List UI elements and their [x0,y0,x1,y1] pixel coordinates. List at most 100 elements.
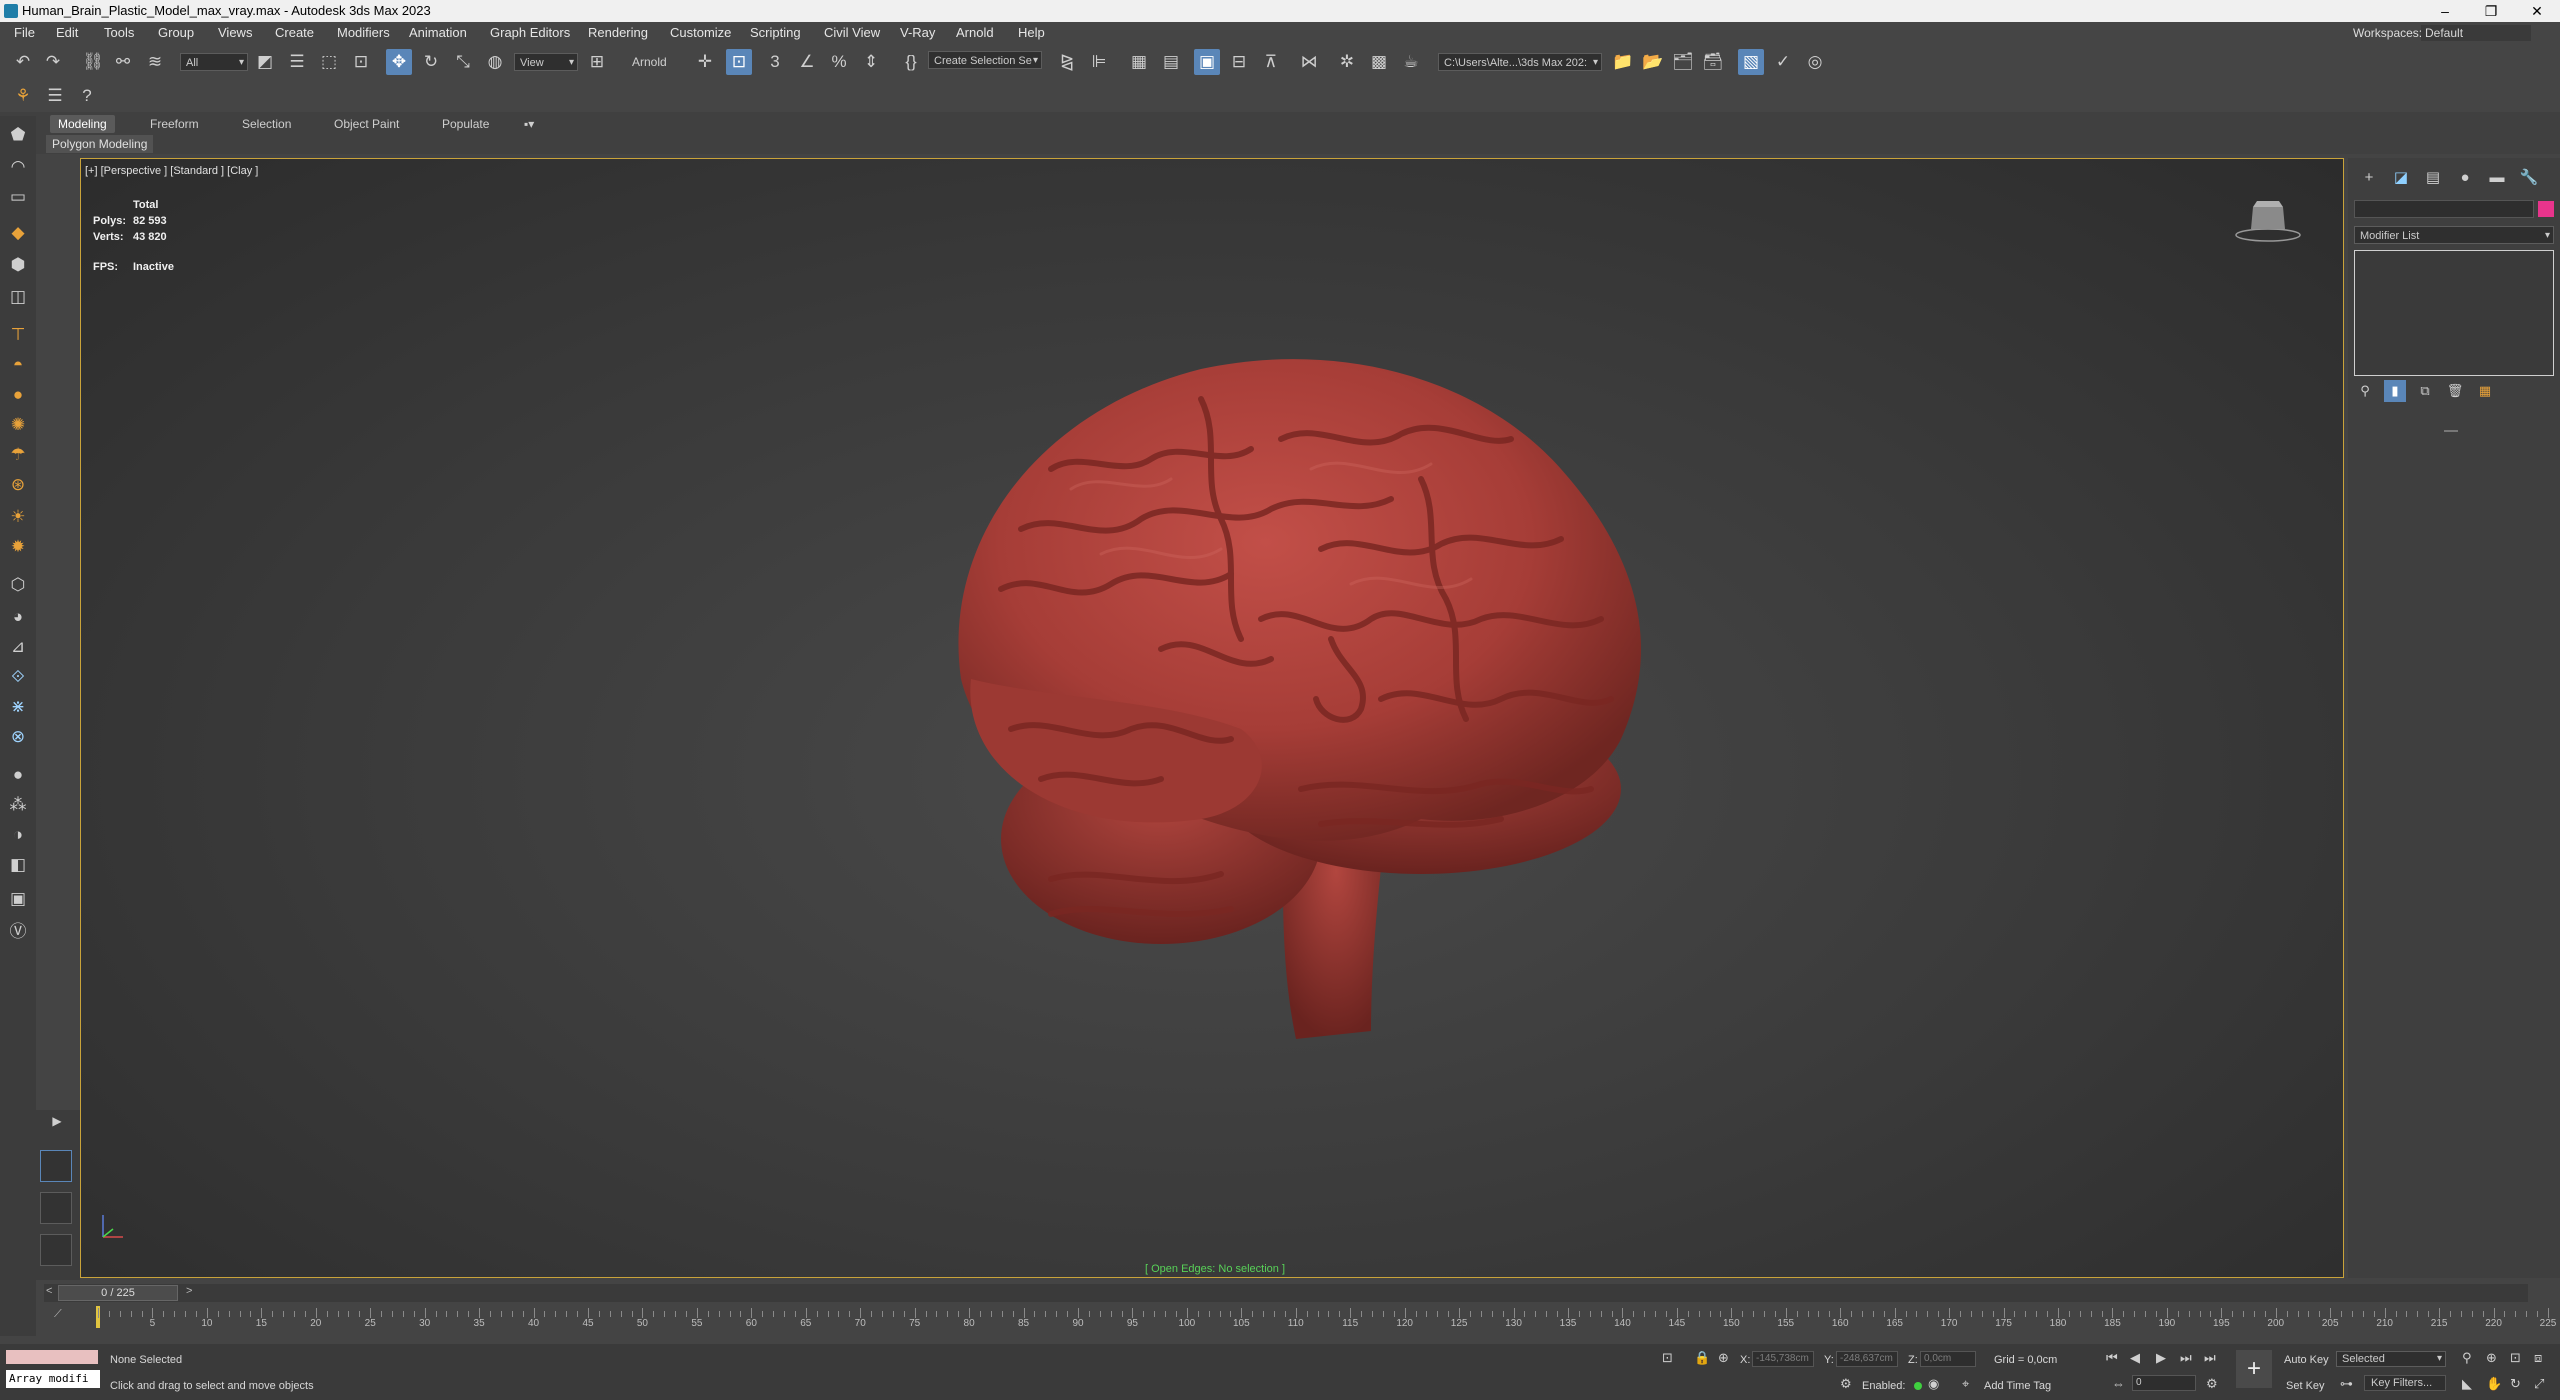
shapes-icon[interactable]: ◠ [5,154,31,180]
light-mesh-icon[interactable]: ✺ [5,412,31,438]
selection-set-dropdown[interactable]: Selected [2336,1351,2446,1367]
maxscript-listener-mini[interactable] [6,1350,98,1364]
menu-scripting[interactable]: Scripting [750,25,801,40]
cameras-icon[interactable]: ◆ [5,220,31,246]
menu-create[interactable]: Create [275,25,314,40]
menu-help[interactable]: Help [1018,25,1045,40]
vray-plane-icon[interactable]: ⊿ [5,634,31,660]
light-sphere-icon[interactable]: ● [5,382,31,408]
pan-view-icon[interactable]: ✋ [2486,1376,2502,1392]
create-selection-set-dropdown[interactable]: Create Selection Se [928,51,1042,70]
brain-model[interactable] [901,319,1661,1039]
object-color-swatch[interactable] [2538,201,2554,217]
y-coordinate-field[interactable]: -248,637cm [1836,1351,1898,1367]
ribbon-tab-populate[interactable]: Populate [434,115,497,133]
viewcube-icon[interactable] [2233,195,2303,245]
help-icon[interactable]: ? [74,83,100,109]
make-unique-icon[interactable]: ⧉ [2414,380,2436,402]
motion-tab-icon[interactable]: ● [2454,166,2476,188]
active-viewport-icon[interactable]: ▧ [1738,49,1764,75]
modify-tab-icon[interactable]: ◪ [2390,166,2412,188]
vray-proxy-icon[interactable]: ⬡ [5,572,31,598]
light-photometric-icon[interactable]: ☂ [5,442,31,468]
layout-single-icon[interactable] [40,1150,72,1182]
spacewarps-icon[interactable]: ◫ [5,284,31,310]
selection-filter-dropdown[interactable]: All [180,53,248,72]
render-interactive-icon[interactable]: ◧ [5,852,31,878]
percent-snap-icon[interactable]: % [826,49,852,75]
object-name-field[interactable] [2354,200,2534,218]
select-and-place-icon[interactable]: ◍ [482,49,508,75]
expand-arrow-icon[interactable]: ▶ [44,1108,70,1134]
render-setup-icon[interactable]: ✲ [1334,49,1360,75]
configure-modifier-sets-icon[interactable]: ▦ [2474,380,2496,402]
key-filters-button[interactable]: Key Filters... [2364,1375,2446,1391]
maxscript-input[interactable]: Array modifi [6,1370,100,1388]
rendered-frame-window-icon[interactable]: ▩ [1366,49,1392,75]
zoom-extents-icon[interactable]: ⊡ [2510,1350,2521,1366]
project-path-dropdown[interactable]: C:\Users\Alte...\3ds Max 202: [1438,53,1602,72]
add-time-tag[interactable]: Add Time Tag [1984,1380,2051,1392]
realtime-toggle-icon[interactable]: ◉ [1928,1376,1939,1392]
menu-edit[interactable]: Edit [56,25,78,40]
unlink-icon[interactable]: ⚯ [110,49,136,75]
sky-icon[interactable]: ✹ [5,534,31,560]
panel-divider[interactable] [2444,430,2458,432]
open-folder-icon[interactable]: 📂 [1640,49,1666,75]
vray-decal-icon[interactable]: ⊗ [5,724,31,750]
mini-curve-editor-icon[interactable]: ⟋ [54,1308,62,1321]
undo-icon[interactable]: ↶ [10,49,36,75]
light-dome-icon[interactable]: ◓ [5,352,31,378]
align-icon[interactable]: ⊫ [1086,49,1112,75]
menu-arnold[interactable]: Arnold [956,25,994,40]
render-production-icon[interactable]: ☕ [1398,49,1424,75]
utilities-tab-icon[interactable]: 🔧 [2518,166,2540,188]
pin-stack-icon[interactable]: ⚲ [2354,380,2376,402]
window-crossing-icon[interactable]: ⊡ [348,49,374,75]
track-bar[interactable]: ⟋ 5 10 15 20 25 30 35 40 45 50 55 60 65 70 75 80 85 90 95 1… [44,1304,2556,1334]
vray-material-icon[interactable]: ⁂ [5,792,31,818]
close-button[interactable]: ✕ [2514,0,2560,22]
select-and-scale-icon[interactable]: ⤡ [450,49,476,75]
pivot-center-icon[interactable]: ⊞ [584,49,610,75]
orbit-icon[interactable]: ↻ [2510,1376,2521,1392]
remove-modifier-icon[interactable]: 🗑 [2444,380,2466,402]
hierarchy-tab-icon[interactable]: ▤ [2422,166,2444,188]
adaptive-degradation-icon[interactable]: ⚙ [1840,1376,1852,1392]
x-coordinate-field[interactable]: -145,738cm [1752,1351,1814,1367]
curve-editor-icon[interactable]: ⊟ [1226,49,1252,75]
time-slider-thumb[interactable]: 0 / 225 [58,1285,178,1301]
layout-quad-icon[interactable] [40,1192,72,1224]
play-icon[interactable]: ▶ [2156,1350,2166,1366]
sun-icon[interactable]: ☀ [5,504,31,530]
vray-logo-icon[interactable]: Ⓥ [5,916,31,942]
select-and-move-icon[interactable]: ✥ [386,49,412,75]
redo-icon[interactable]: ↷ [40,49,66,75]
isolate-selection-icon[interactable]: ⊡ [1662,1350,1673,1366]
zoom-icon[interactable]: ⚲ [2462,1350,2472,1366]
modifier-list-dropdown[interactable]: Modifier List [2354,226,2554,245]
key-filter-icon[interactable]: ⊶ [2340,1376,2353,1392]
mirror-icon[interactable]: ⧎ [1054,49,1080,75]
menu-graph-editors[interactable]: Graph Editors [490,25,570,40]
menu-vray[interactable]: V-Ray [900,25,935,40]
link-icon[interactable]: ⛓ [80,49,106,75]
vray-scatter-icon[interactable]: ⋇ [5,694,31,720]
check-icon[interactable]: ✓ [1770,49,1796,75]
viewport-label[interactable]: [+] [Perspective ] [Standard ] [Clay ] [85,165,258,177]
select-manipulate-icon[interactable]: ✛ [692,49,718,75]
menu-animation[interactable]: Animation [409,25,467,40]
select-object-icon[interactable]: ◩ [252,49,278,75]
enabled-indicator[interactable] [1914,1382,1922,1390]
material-sphere-icon[interactable]: ● [5,762,31,788]
go-to-end-icon[interactable]: ⏭ [2204,1350,2216,1366]
menu-file[interactable]: File [14,25,35,40]
absolute-mode-icon[interactable]: ⊕ [1718,1350,1729,1366]
next-frame-icon[interactable]: ⏭ [2180,1350,2192,1366]
material-editor-icon[interactable]: ⋈ [1296,49,1322,75]
ribbon-tab-freeform[interactable]: Freeform [142,115,207,133]
create-geometry-icon[interactable]: ⬟ [5,122,31,148]
menu-group[interactable]: Group [158,25,194,40]
schematic-view-icon[interactable]: ⊼ [1258,49,1284,75]
recent-folder-icon[interactable]: 🗃 [1700,49,1726,75]
